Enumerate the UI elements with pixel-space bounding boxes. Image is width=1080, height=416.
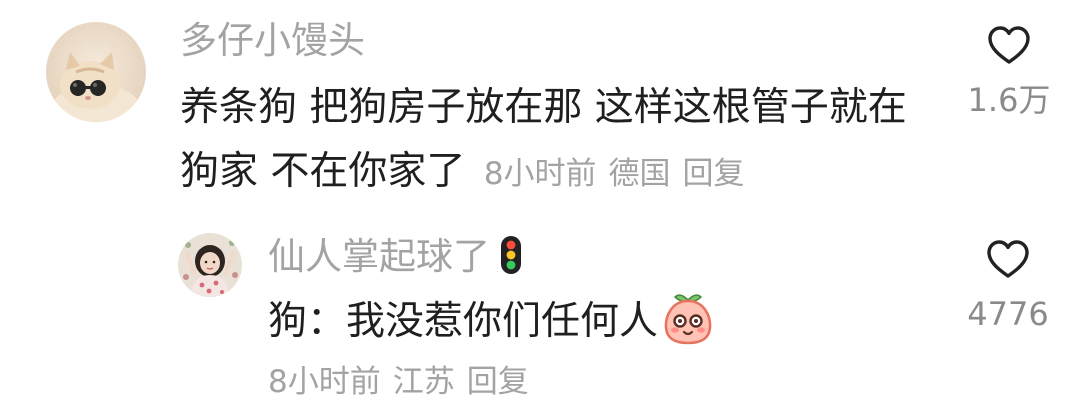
reply-like: 4776 bbox=[948, 238, 1068, 334]
reply-username-row: 仙人掌起球了 bbox=[268, 234, 522, 280]
reply-location: 江苏 bbox=[392, 364, 455, 400]
comment-text: 养条狗 把狗房子放在那 这样这根管子就在狗家 不在你家了 8小时前 德国 回复 bbox=[180, 76, 915, 206]
heart-outline-icon[interactable] bbox=[985, 238, 1031, 280]
heart-outline-icon[interactable] bbox=[986, 24, 1032, 66]
reply-text: 狗：我没惹你们任何人 bbox=[268, 290, 716, 354]
reply-time: 8小时前 bbox=[268, 364, 381, 400]
comment-like-count: 1.6万 bbox=[967, 81, 1051, 119]
reply-reply-button[interactable]: 回复 bbox=[467, 364, 529, 400]
comment-location: 德国 bbox=[608, 156, 671, 192]
comment-time: 8小时前 bbox=[483, 156, 597, 192]
reply-body: 狗：我没惹你们任何人 bbox=[268, 299, 659, 344]
traffic-light-icon bbox=[500, 235, 522, 275]
comment-username[interactable]: 多仔小馒头 bbox=[180, 18, 365, 64]
reply-meta: 8小时前 江苏 回复 bbox=[268, 357, 529, 407]
girl-avatar[interactable] bbox=[178, 233, 242, 297]
reply-username[interactable]: 仙人掌起球了 bbox=[268, 235, 490, 278]
cat-with-sunglasses-avatar[interactable] bbox=[46, 22, 146, 122]
comment-meta: 8小时前 德国 回复 bbox=[484, 156, 745, 192]
reply-like-count: 4776 bbox=[967, 295, 1049, 333]
peach-face-emoji bbox=[660, 290, 716, 346]
comment-like: 1.6万 bbox=[949, 24, 1069, 120]
comment-reply-button[interactable]: 回复 bbox=[683, 156, 745, 192]
